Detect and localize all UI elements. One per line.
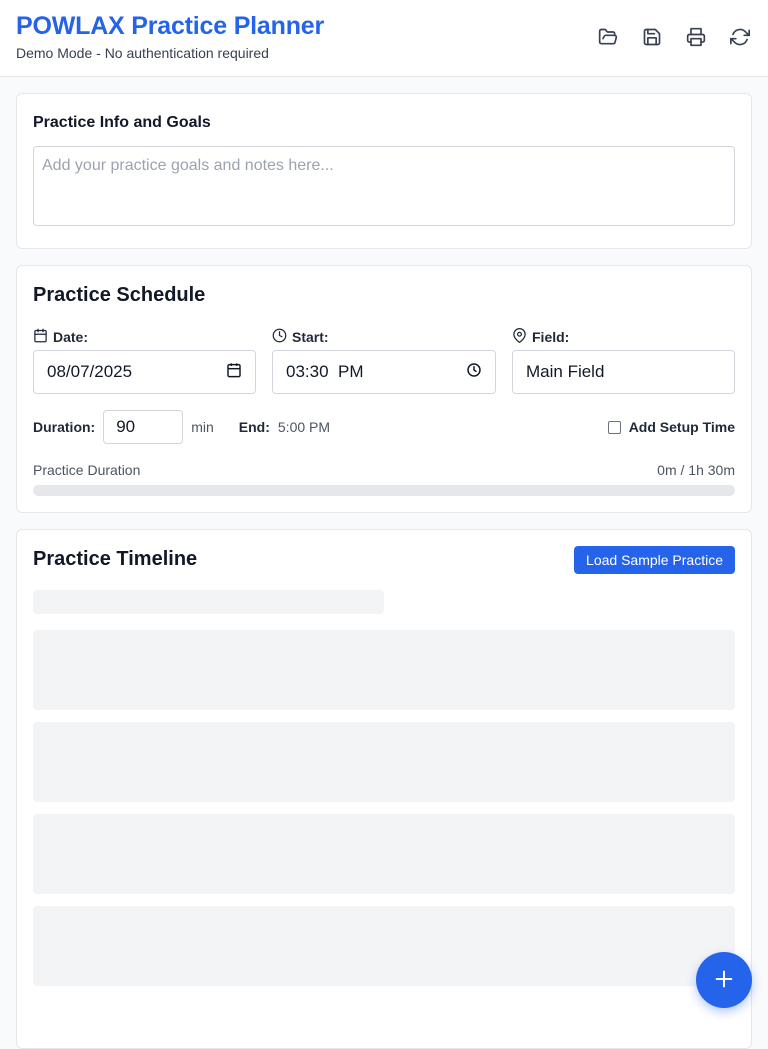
app-header: POWLAX Practice Planner Demo Mode - No a… [0,0,768,77]
practice-timeline-card: Practice Timeline Load Sample Practice [16,529,752,1049]
timeline-skeleton-row [33,630,735,710]
duration-label: Duration: [33,419,96,435]
field-input[interactable]: Main Field [512,350,735,394]
calendar-icon [33,328,48,346]
duration-unit: min [191,419,214,435]
time-picker-icon[interactable] [466,362,482,383]
progress-label: Practice Duration [33,462,141,478]
map-pin-icon [512,328,527,346]
field-value: Main Field [526,362,605,381]
plus-icon [713,968,735,993]
date-label-row: Date: [33,328,256,346]
progress-value: 0m / 1h 30m [657,462,735,478]
timeline-skeleton-row [33,722,735,802]
practice-schedule-heading: Practice Schedule [33,284,206,306]
add-drill-button[interactable] [696,952,752,1008]
setup-time-label: Add Setup Time [628,419,735,435]
timeline-skeleton-row [33,814,735,894]
duration-input[interactable] [103,410,184,444]
practice-info-card: Practice Info and Goals [16,93,752,249]
field-label: Field: [532,329,570,345]
field-location-group: Field: Main Field [512,328,735,394]
duration-row: Duration: min End: 5:00 PM Add Setup Tim… [33,410,735,444]
load-sample-practice-button[interactable]: Load Sample Practice [574,546,735,574]
start-time-value: 03:30 PM [286,362,364,381]
duration-progress-header: Practice Duration 0m / 1h 30m [33,462,735,478]
setup-time-toggle[interactable]: Add Setup Time [607,419,735,435]
print-icon [686,27,706,50]
timeline-skeleton-row [33,906,735,986]
header-toolbar [592,22,756,54]
practice-schedule-card: Practice Schedule Date: 08/07/2025 Start… [16,265,752,513]
duration-progress-bar [33,485,735,496]
start-label: Start: [292,329,329,345]
start-time-input[interactable]: 03:30 PM [272,350,496,394]
refresh-button[interactable] [724,22,756,54]
refresh-icon [730,27,750,50]
date-input[interactable]: 08/07/2025 [33,350,256,394]
open-button[interactable] [592,22,624,54]
timeline-skeleton-header [33,590,384,614]
print-button[interactable] [680,22,712,54]
start-label-row: Start: [272,328,496,346]
folder-open-icon [598,27,618,50]
start-field-group: Start: 03:30 PM [272,328,496,394]
practice-info-label: Practice Info and Goals [33,114,211,131]
save-icon [642,27,662,50]
date-value: 08/07/2025 [47,362,133,381]
end-label: End: [238,419,270,435]
date-field-group: Date: 08/07/2025 [33,328,256,394]
practice-goals-input[interactable] [33,146,735,226]
date-label: Date: [53,329,89,345]
setup-time-checkbox[interactable] [607,420,621,434]
app-title: POWLAX Practice Planner [16,12,324,40]
calendar-picker-icon[interactable] [226,362,242,383]
practice-timeline-heading: Practice Timeline [33,548,198,570]
clock-icon [272,328,287,346]
app-subtitle: Demo Mode - No authentication required [16,45,269,61]
save-button[interactable] [636,22,668,54]
end-time-value: 5:00 PM [277,419,331,435]
field-label-row: Field: [512,328,735,346]
